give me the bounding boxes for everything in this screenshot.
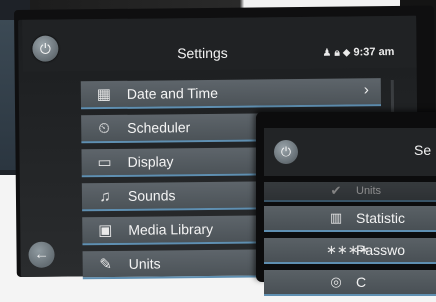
lock-icon: 🔒︎: [334, 47, 340, 59]
units-icon: ✔: [330, 183, 342, 198]
calendar-icon: ▦: [96, 85, 112, 104]
status-time: 9:37 am: [353, 46, 395, 59]
menu-item-label: Sounds: [127, 187, 176, 204]
password-icon: ∗∗∗∗: [326, 242, 370, 257]
menu-item-date-and-time[interactable]: ▦ Date and Time ›: [80, 78, 382, 110]
overlay-item-partial[interactable]: ◎ C: [264, 270, 436, 296]
overlay-item-label: Statistic: [356, 210, 406, 226]
overlay-item-statistics[interactable]: ▥ Statistic: [264, 206, 436, 232]
status-bar: ♟ 🔒︎ ◆ 9:37 am: [322, 46, 394, 59]
menu-item-label: Display: [127, 153, 174, 170]
overlay-item-units[interactable]: ✔ Units: [264, 182, 436, 202]
chevron-right-icon: ›: [363, 81, 369, 99]
overlay-item-password[interactable]: ∗∗∗∗ Passwo: [264, 238, 436, 264]
overlay-item-label: C: [356, 274, 367, 290]
bar-chart-icon: ▥: [329, 210, 343, 225]
menu-item-label: Date and Time: [126, 84, 219, 102]
page-title: Settings: [177, 44, 228, 62]
overlay-title-bar: ⏻ Se: [264, 128, 436, 176]
settings-icon: ◎: [330, 274, 342, 289]
wifi-icon: ◆: [342, 47, 351, 59]
menu-item-label: Media Library: [128, 220, 214, 238]
overlay-item-label: Passwo: [356, 242, 406, 258]
music-note-icon: ♫: [99, 187, 111, 205]
menu-item-label: Scheduler: [127, 119, 191, 136]
overlay-item-label: Units: [356, 185, 382, 197]
overlay-menu: ✔ Units ▥ Statistic ∗∗∗∗ Passwo ◎ C: [264, 182, 436, 302]
monitor-icon: ▭: [97, 153, 112, 172]
menu-item-label: Units: [128, 255, 161, 272]
scheduler-icon: ⏲: [98, 119, 111, 137]
back-arrow-icon[interactable]: ←: [28, 241, 55, 268]
ruler-icon: ✎: [99, 255, 113, 274]
power-icon[interactable]: ⏻: [32, 35, 59, 62]
media-library-icon: ▣: [98, 221, 113, 240]
overlay-page-title: Se: [414, 142, 432, 158]
title-bar: ⏻ Settings ♟ 🔒︎ ◆ 9:37 am: [22, 15, 417, 72]
person-icon: ♟: [322, 47, 332, 59]
power-icon[interactable]: ⏻: [274, 140, 298, 164]
overlay-device: ⏻ Se ✔ Units ▥ Statistic ∗∗∗∗ Passwo ◎ C: [256, 112, 436, 296]
